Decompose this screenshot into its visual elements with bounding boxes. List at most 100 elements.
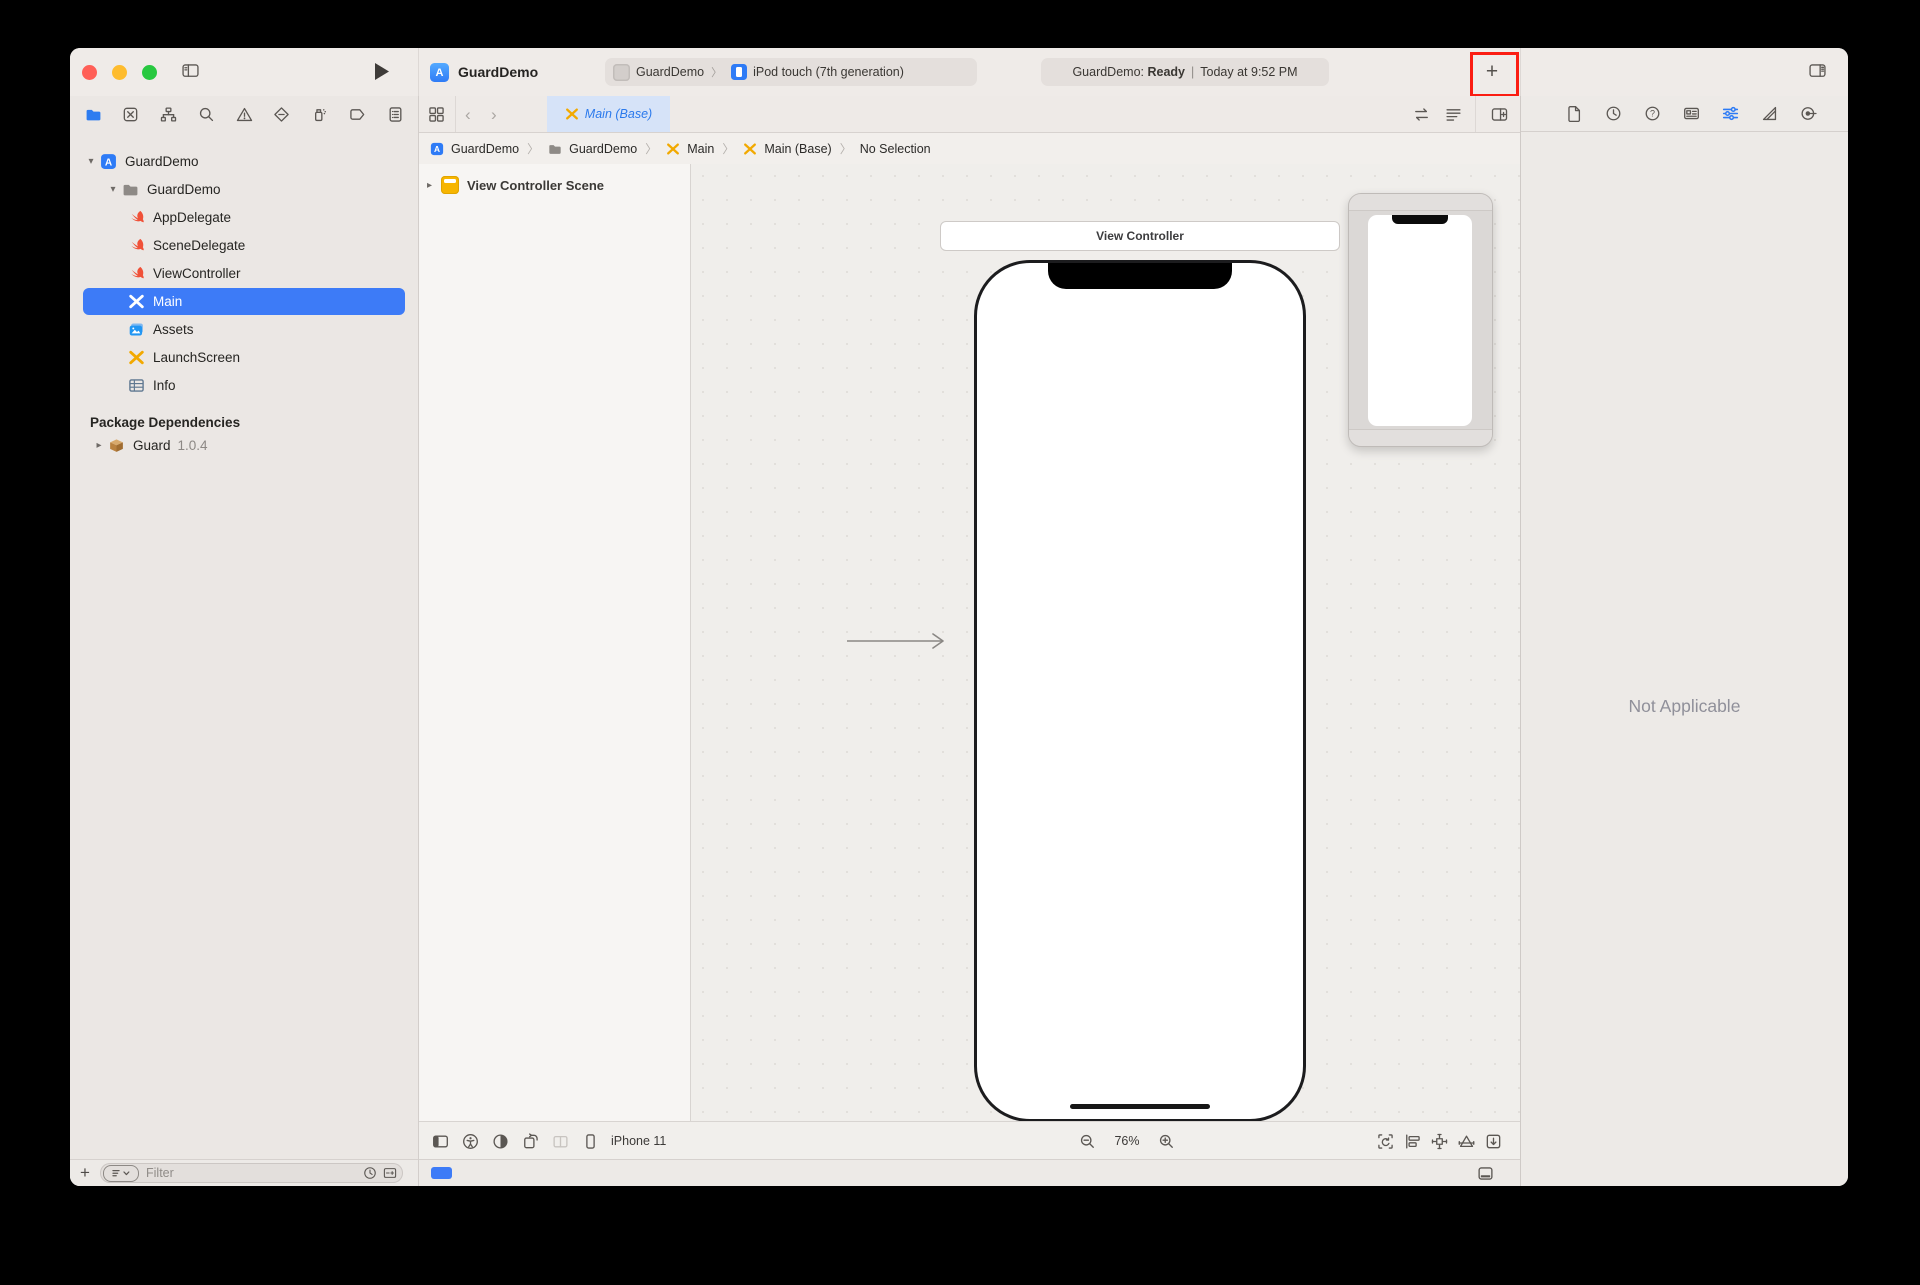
tree-label: ViewController <box>153 266 241 281</box>
zoom-out-icon[interactable] <box>1079 1133 1096 1150</box>
toggle-outline-icon[interactable] <box>425 1129 455 1153</box>
navigator-panel: ▾ A GuardDemo ▾ GuardDemo AppDelegate <box>70 96 419 1186</box>
toggle-inspector-icon[interactable] <box>1809 62 1826 79</box>
selected-object-chip[interactable] <box>431 1167 452 1179</box>
chevron-right-icon[interactable]: ▸ <box>427 180 441 191</box>
navigator-bottom-bar: + <box>70 1159 418 1186</box>
chevron-right-icon[interactable]: ▸ <box>91 440 107 451</box>
go-back-icon[interactable]: ‹ <box>465 105 471 125</box>
canvas-bottom-bar: iPhone 11 76% <box>419 1121 1520 1160</box>
add-constraints-icon[interactable] <box>1431 1133 1448 1150</box>
zoom-in-icon[interactable] <box>1158 1133 1175 1150</box>
device-icon[interactable] <box>575 1129 605 1153</box>
history-inspector-icon[interactable] <box>1600 101 1626 127</box>
view-controller-header[interactable]: View Controller <box>940 221 1340 251</box>
storyboard-icon <box>565 107 579 121</box>
go-forward-icon[interactable]: › <box>491 105 497 125</box>
embed-icon[interactable] <box>1485 1133 1502 1150</box>
zoom-level-label[interactable]: 76% <box>1110 1134 1144 1148</box>
scheme-project-label[interactable]: GuardDemo <box>636 65 704 79</box>
close-window-button[interactable] <box>82 65 97 80</box>
debug-navigator-icon[interactable] <box>307 101 333 127</box>
device-thumbnail[interactable] <box>1348 193 1493 447</box>
navigator-filter-input[interactable] <box>144 1165 363 1181</box>
chevron-down-icon[interactable]: ▾ <box>83 156 99 167</box>
editor-tab-main-base[interactable]: Main (Base) <box>547 96 670 132</box>
tree-row-package[interactable]: ▸ Guard 1.0.4 <box>83 432 405 459</box>
find-navigator-icon[interactable] <box>193 101 219 127</box>
toggle-debug-area-icon[interactable] <box>1477 1165 1494 1182</box>
issue-navigator-icon[interactable] <box>231 101 257 127</box>
report-navigator-icon[interactable] <box>382 101 408 127</box>
run-destination-label[interactable]: iPod touch (7th generation) <box>753 65 904 79</box>
device-notch <box>1048 263 1232 289</box>
svg-text:?: ? <box>1649 109 1654 119</box>
view-controller-scene-row[interactable]: ▸ View Controller Scene <box>427 176 604 194</box>
source-control-filter-icon[interactable] <box>383 1166 397 1180</box>
editor-area: ‹ › Main (Base) A GuardDemo 〉 GuardDemo <box>419 96 1520 1186</box>
recent-files-filter-icon[interactable] <box>363 1166 377 1180</box>
breakpoint-navigator-icon[interactable] <box>344 101 370 127</box>
tree-label: GuardDemo <box>147 182 221 197</box>
thumbnail-notch <box>1392 215 1448 224</box>
add-editor-icon[interactable] <box>1491 106 1508 123</box>
tree-row-file[interactable]: Info <box>83 372 405 399</box>
align-icon[interactable] <box>1404 1133 1421 1150</box>
tree-row-file-selected[interactable]: Main <box>83 288 405 315</box>
editor-options-icon[interactable] <box>1445 106 1462 123</box>
zoom-window-button[interactable] <box>142 65 157 80</box>
view-controller-title: View Controller <box>1096 229 1184 243</box>
storyboard-icon <box>127 292 146 311</box>
related-items-icon[interactable] <box>428 106 445 123</box>
navigator-filter-field[interactable] <box>100 1163 403 1183</box>
tree-row-file[interactable]: ViewController <box>83 260 405 287</box>
source-control-navigator-icon[interactable] <box>118 101 144 127</box>
svg-text:A: A <box>105 157 113 168</box>
connections-inspector-icon[interactable] <box>1795 101 1821 127</box>
project-navigator-icon[interactable] <box>80 101 106 127</box>
size-inspector-icon[interactable] <box>1756 101 1782 127</box>
test-navigator-icon[interactable] <box>269 101 295 127</box>
window-title: GuardDemo <box>458 48 538 96</box>
resolve-layout-icon[interactable] <box>1458 1133 1475 1150</box>
chevron-down-icon[interactable]: ▾ <box>105 184 121 195</box>
device-name-label[interactable]: iPhone 11 <box>611 1134 666 1148</box>
update-frames-icon[interactable] <box>1377 1133 1394 1150</box>
run-button[interactable] <box>372 61 391 82</box>
navigator-tab-bar <box>70 96 418 132</box>
breadcrumb-item[interactable]: GuardDemo <box>569 142 637 156</box>
tree-row-file[interactable]: Assets <box>83 316 405 343</box>
storyboard-canvas[interactable]: View Controller <box>691 164 1520 1122</box>
breadcrumb-item[interactable]: Main (Base) <box>764 142 831 156</box>
appearance-icon[interactable] <box>485 1129 515 1153</box>
tree-row-folder[interactable]: ▾ GuardDemo <box>83 176 405 203</box>
minimize-window-button[interactable] <box>112 65 127 80</box>
symbol-navigator-icon[interactable] <box>156 101 182 127</box>
tree-row-project[interactable]: ▾ A GuardDemo <box>83 148 405 175</box>
jump-bar: A GuardDemo 〉 GuardDemo 〉 Main 〉 Main (B… <box>419 133 1530 165</box>
status-project: GuardDemo: <box>1072 65 1144 79</box>
identity-inspector-icon[interactable] <box>1678 101 1704 127</box>
tree-row-file[interactable]: LaunchScreen <box>83 344 405 371</box>
file-inspector-icon[interactable] <box>1561 101 1587 127</box>
swift-file-icon <box>127 236 146 255</box>
breadcrumb-item[interactable]: No Selection <box>860 142 931 156</box>
code-review-icon[interactable] <box>1413 106 1430 123</box>
quick-help-inspector-icon[interactable]: ? <box>1639 101 1665 127</box>
tree-row-file[interactable]: AppDelegate <box>83 204 405 231</box>
breadcrumb-item[interactable]: GuardDemo <box>451 142 519 156</box>
tree-row-file[interactable]: SceneDelegate <box>83 232 405 259</box>
orientation-icon[interactable] <box>515 1129 545 1153</box>
scheme-selector[interactable]: GuardDemo 〉 iPod touch (7th generation) <box>605 58 977 86</box>
entry-point-arrow[interactable] <box>845 632 949 655</box>
tree-label: AppDelegate <box>153 210 231 225</box>
accessibility-icon[interactable] <box>455 1129 485 1153</box>
filter-menu-icon[interactable] <box>103 1165 139 1182</box>
breadcrumb-item[interactable]: Main <box>687 142 714 156</box>
package-icon <box>107 436 126 455</box>
tree-label: SceneDelegate <box>153 238 245 253</box>
add-file-button[interactable]: + <box>70 1163 100 1183</box>
device-preview[interactable] <box>974 260 1306 1122</box>
toggle-navigator-icon[interactable] <box>182 62 199 79</box>
attributes-inspector-icon[interactable] <box>1717 101 1743 127</box>
